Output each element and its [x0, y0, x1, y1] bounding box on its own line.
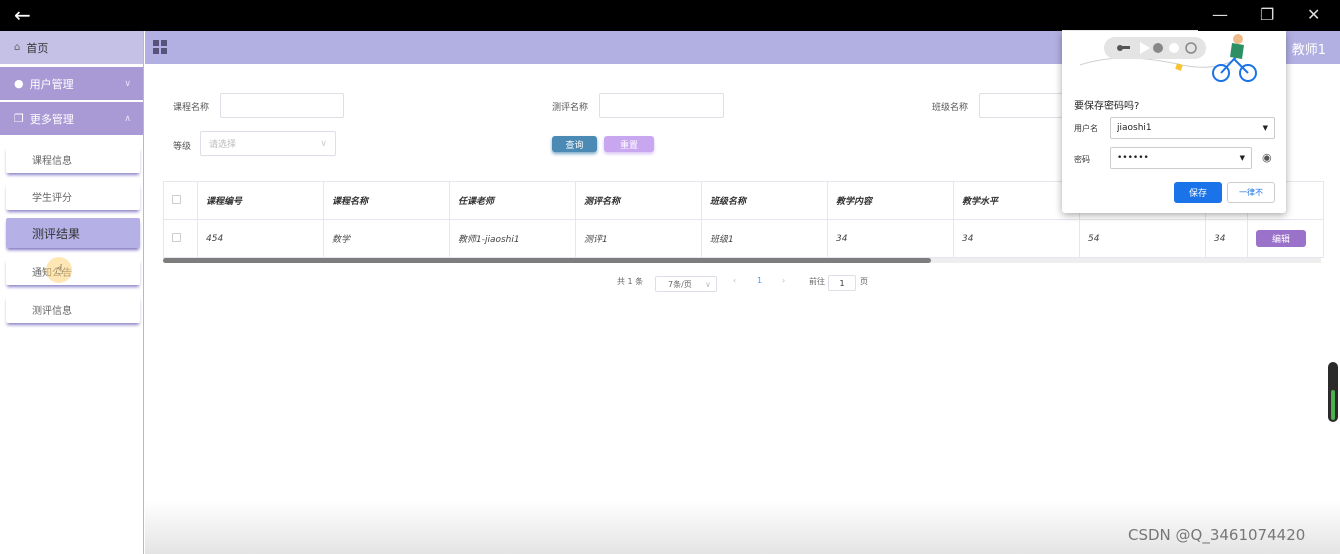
sidebar-group-more-management[interactable]: ❐ 更多管理 ∧ [0, 102, 143, 135]
table-cell: 测评1 [575, 219, 702, 258]
column-header[interactable]: 班级名称 [701, 181, 828, 220]
row-checkbox-cell[interactable] [163, 219, 198, 258]
grade-placeholder: 请选择 [209, 140, 237, 150]
prev-page-icon[interactable]: ‹ [733, 276, 736, 285]
password-label: 密码 [1074, 155, 1090, 164]
save-password-button[interactable]: 保存 [1174, 182, 1222, 203]
table-cell: 34 [827, 219, 954, 258]
table-horizontal-scrollbar[interactable] [163, 258, 1321, 263]
page-size-value: 7条/页 [668, 279, 692, 289]
sidebar-home-label: 首页 [26, 41, 49, 55]
menu-grid-icon[interactable] [153, 40, 167, 54]
table-cell: 34 [1205, 219, 1248, 258]
column-header[interactable]: 教学内容 [827, 181, 954, 220]
back-arrow-icon[interactable]: ← [14, 4, 31, 26]
page-unit-label: 页 [860, 277, 868, 286]
sidebar-item-course-info[interactable]: 课程信息 [6, 146, 140, 173]
current-user[interactable]: 教师1 [1292, 39, 1326, 58]
chevron-up-icon: ∧ [124, 113, 131, 124]
user-icon: ● [14, 77, 24, 90]
goto-page-input[interactable]: 1 [828, 275, 856, 291]
popup-title: 要保存密码吗? [1074, 101, 1140, 112]
reset-button[interactable]: 重置 [604, 136, 654, 152]
column-header[interactable]: 课程编号 [197, 181, 324, 220]
minimize-icon[interactable]: — [1212, 5, 1228, 25]
table-cell: 班级1 [701, 219, 828, 258]
caret-down-icon: ▼ [1262, 124, 1268, 132]
course-name-input[interactable] [220, 93, 344, 118]
sidebar-item-eval-result[interactable]: 测评结果 [6, 218, 140, 248]
save-password-popup: 要保存密码吗? 用户名 jiaoshi1 ▼ 密码 •••••• ▼ ◉ 保存 … [1062, 31, 1286, 213]
class-name-input[interactable] [979, 93, 1064, 118]
select-all-checkbox-cell[interactable] [163, 181, 198, 220]
username-value: jiaoshi1 [1117, 123, 1152, 133]
eye-icon[interactable]: ◉ [1262, 151, 1272, 164]
pager-total: 共 1 条 [617, 277, 644, 286]
row-checkbox[interactable] [172, 232, 181, 242]
sidebar: ⌂ 首页 ● 用户管理 ∨ ❐ 更多管理 ∧ 课程信息 学生评分 测评结果 通知… [0, 31, 144, 554]
column-header[interactable]: 教学水平 [953, 181, 1080, 220]
goto-label: 前往 [809, 277, 825, 286]
scrollbar-thumb[interactable] [1331, 390, 1335, 420]
username-field[interactable]: jiaoshi1 ▼ [1110, 117, 1275, 139]
page-number-current[interactable]: 1 [757, 276, 762, 285]
hand-cursor-icon: ☝ [55, 262, 64, 278]
sidebar-item-label: 学生评分 [32, 193, 72, 204]
sidebar-group-user-management[interactable]: ● 用户管理 ∨ [0, 67, 143, 100]
sidebar-item-notice[interactable]: 通知公告 [6, 258, 140, 285]
password-illustration [1079, 34, 1257, 82]
page-vertical-scrollbar[interactable] [1328, 362, 1338, 422]
table-cell: 数学 [323, 219, 450, 258]
chevron-down-icon: ∨ [124, 78, 131, 89]
table-cell: 54 [1079, 219, 1206, 258]
caret-down-icon: ▼ [1239, 154, 1245, 162]
username-label: 用户名 [1074, 124, 1098, 133]
password-value: •••••• [1117, 153, 1149, 163]
home-icon: ⌂ [14, 42, 21, 53]
column-header[interactable]: 课程名称 [323, 181, 450, 220]
grade-label: 等级 [173, 142, 192, 152]
class-name-label: 班级名称 [932, 103, 969, 113]
select-all-checkbox[interactable] [172, 194, 181, 204]
sidebar-item-home[interactable]: ⌂ 首页 [0, 31, 143, 64]
sidebar-item-eval-info[interactable]: 测评信息 [6, 296, 140, 323]
action-cell: 编辑 [1247, 219, 1324, 258]
table-row: 454 数学 教师1-jiaoshi1 测评1 班级1 34 34 54 34 … [163, 219, 1324, 258]
sidebar-group-label: 用户管理 [29, 77, 74, 91]
eval-name-input[interactable] [599, 93, 724, 118]
restore-icon[interactable]: ❐ [1260, 5, 1274, 25]
query-button[interactable]: 查询 [552, 136, 597, 152]
chevron-down-icon: ∨ [320, 138, 327, 149]
close-icon[interactable]: ✕ [1307, 5, 1320, 25]
column-header[interactable]: 任课老师 [449, 181, 576, 220]
sidebar-item-label: 测评结果 [32, 226, 81, 241]
page-size-select[interactable]: 7条/页 ∨ [655, 276, 717, 292]
edit-button[interactable]: 编辑 [1256, 230, 1306, 247]
scrollbar-thumb[interactable] [163, 258, 931, 263]
grade-select[interactable]: 请选择 ∨ [200, 131, 336, 156]
sidebar-item-label: 课程信息 [32, 156, 72, 167]
next-page-icon[interactable]: › [782, 276, 785, 285]
window-titlebar: ← — ❐ ✕ [0, 0, 1340, 32]
table-cell: 教师1-jiaoshi1 [449, 219, 576, 258]
watermark: CSDN @Q_3461074420 [1128, 526, 1306, 544]
table-cell: 34 [953, 219, 1080, 258]
chevron-down-icon: ∨ [705, 279, 711, 289]
column-header[interactable]: 测评名称 [575, 181, 702, 220]
sidebar-group-label: 更多管理 [29, 112, 74, 126]
copy-icon: ❐ [14, 112, 24, 125]
table-cell: 454 [197, 219, 324, 258]
course-name-label: 课程名称 [173, 103, 210, 113]
sidebar-item-label: 测评信息 [32, 306, 72, 317]
never-save-button[interactable]: 一律不 [1227, 182, 1275, 203]
eval-name-label: 测评名称 [552, 103, 589, 113]
password-field[interactable]: •••••• ▼ [1110, 147, 1252, 169]
sidebar-item-student-score[interactable]: 学生评分 [6, 183, 140, 210]
